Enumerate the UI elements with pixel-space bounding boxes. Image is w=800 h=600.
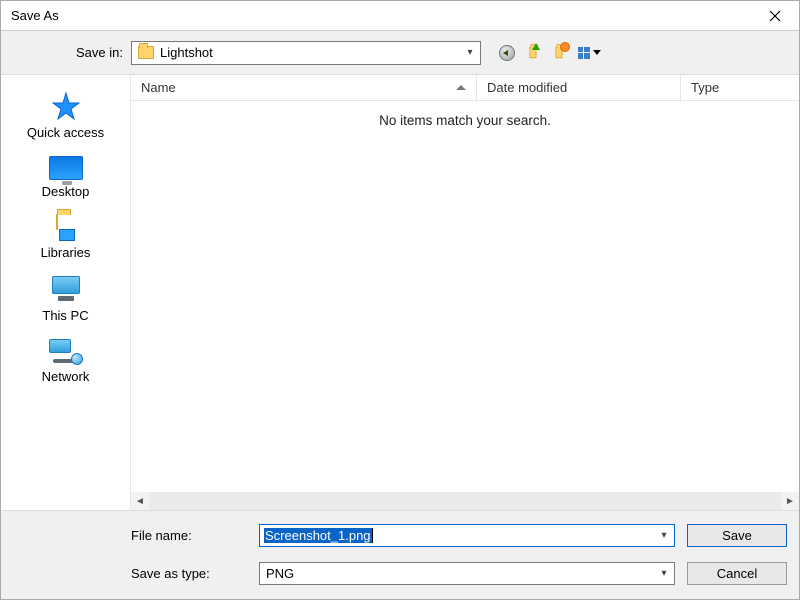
savein-row: Save in: Lightshot ▾ bbox=[1, 31, 799, 75]
scroll-track[interactable] bbox=[149, 492, 781, 510]
place-label: Network bbox=[42, 369, 90, 384]
column-type-label: Type bbox=[691, 80, 719, 95]
close-icon bbox=[769, 10, 781, 22]
filename-label: File name: bbox=[131, 528, 251, 543]
chevron-down-icon[interactable]: ▾ bbox=[654, 563, 674, 584]
new-folder-icon bbox=[555, 47, 562, 58]
sort-ascending-icon bbox=[456, 85, 466, 90]
place-label: Desktop bbox=[42, 184, 90, 199]
dialog-body: Quick access Desktop Libraries This PC N… bbox=[1, 75, 799, 510]
scroll-right-button[interactable]: ► bbox=[781, 492, 799, 510]
text-caret bbox=[372, 528, 373, 543]
scroll-left-button[interactable]: ◄ bbox=[131, 492, 149, 510]
column-date[interactable]: Date modified bbox=[477, 75, 681, 100]
place-desktop[interactable]: Desktop bbox=[1, 150, 130, 207]
places-bar: Quick access Desktop Libraries This PC N… bbox=[1, 75, 131, 510]
this-pc-icon bbox=[49, 276, 83, 304]
column-name-label: Name bbox=[141, 80, 176, 95]
column-name[interactable]: Name bbox=[131, 75, 477, 100]
views-icon bbox=[578, 47, 590, 59]
up-one-level-button[interactable] bbox=[523, 43, 543, 63]
chevron-down-icon bbox=[593, 50, 601, 55]
place-label: Quick access bbox=[27, 125, 104, 140]
empty-message: No items match your search. bbox=[131, 101, 799, 492]
filename-input[interactable]: Screenshot_1.png ▾ bbox=[259, 524, 675, 547]
filetype-value: PNG bbox=[260, 566, 654, 581]
place-quick-access[interactable]: Quick access bbox=[1, 85, 130, 148]
savein-folder: Lightshot bbox=[160, 45, 460, 60]
close-button[interactable] bbox=[757, 1, 793, 30]
title-bar: Save As bbox=[1, 1, 799, 31]
folder-icon bbox=[138, 46, 154, 59]
filetype-combo[interactable]: PNG ▾ bbox=[259, 562, 675, 585]
column-type[interactable]: Type bbox=[681, 75, 799, 100]
new-folder-button[interactable] bbox=[549, 43, 569, 63]
place-libraries[interactable]: Libraries bbox=[1, 209, 130, 268]
bottom-form: File name: Screenshot_1.png ▾ Save Save … bbox=[1, 510, 799, 599]
place-network[interactable]: Network bbox=[1, 333, 130, 392]
savein-combo[interactable]: Lightshot ▾ bbox=[131, 41, 481, 65]
dialog-title: Save As bbox=[11, 8, 59, 23]
libraries-icon bbox=[50, 215, 82, 241]
desktop-icon bbox=[49, 156, 83, 180]
back-button[interactable] bbox=[497, 43, 517, 63]
quick-access-icon bbox=[51, 91, 81, 121]
column-date-label: Date modified bbox=[487, 80, 567, 95]
file-list: Name Date modified Type No items match y… bbox=[131, 75, 799, 510]
save-button[interactable]: Save bbox=[687, 524, 787, 547]
place-this-pc[interactable]: This PC bbox=[1, 270, 130, 331]
place-label: Libraries bbox=[41, 245, 91, 260]
folder-up-icon bbox=[529, 47, 536, 58]
views-button[interactable] bbox=[575, 43, 603, 63]
savein-label: Save in: bbox=[1, 45, 131, 60]
network-icon bbox=[49, 339, 83, 365]
place-label: This PC bbox=[42, 308, 88, 323]
filename-value: Screenshot_1.png bbox=[260, 525, 654, 546]
horizontal-scrollbar[interactable]: ◄ ► bbox=[131, 492, 799, 510]
filetype-label: Save as type: bbox=[131, 566, 251, 581]
chevron-down-icon[interactable]: ▾ bbox=[460, 42, 480, 64]
column-headers: Name Date modified Type bbox=[131, 75, 799, 101]
cancel-button[interactable]: Cancel bbox=[687, 562, 787, 585]
toolbar-icons bbox=[497, 43, 603, 63]
back-icon bbox=[499, 45, 515, 61]
chevron-down-icon[interactable]: ▾ bbox=[654, 525, 674, 546]
